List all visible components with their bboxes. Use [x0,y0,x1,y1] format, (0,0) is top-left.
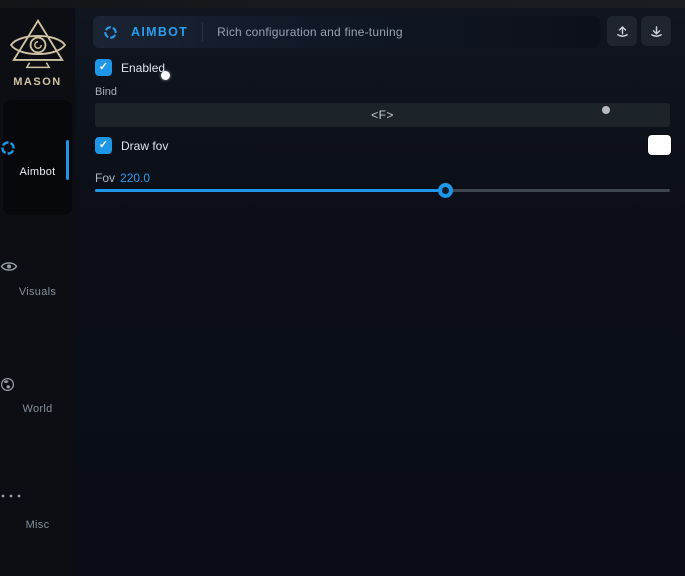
draw-fov-row: Draw fov [95,137,168,154]
sidebar-item-label: Aimbot [19,166,55,178]
draw-fov-checkbox[interactable] [95,137,112,154]
sidebar-item-label: World [22,403,52,415]
sidebar-item-label: Misc [26,519,50,531]
bind-input[interactable]: <F> [95,103,670,127]
crosshair-icon [103,25,118,40]
page-title: AIMBOT [131,25,188,39]
mouse-cursor-dot [161,71,170,80]
page-subtitle: Rich configuration and fine-tuning [217,25,403,39]
sidebar-item-world[interactable]: World [0,377,75,417]
sidebar-item-aimbot[interactable]: Aimbot [0,140,75,180]
enabled-label: Enabled [121,61,165,75]
fov-color-swatch[interactable] [648,135,671,155]
main-panel: AIMBOT Rich configuration and fine-tunin… [75,8,685,576]
download-config-button[interactable] [641,16,671,46]
logo-label: MASON [0,76,75,88]
enabled-row: Enabled [95,59,165,76]
page-header: AIMBOT Rich configuration and fine-tunin… [93,16,600,48]
sidebar-item-visuals[interactable]: Visuals [0,260,75,300]
upload-icon [615,24,630,39]
fov-slider-fill [95,189,446,192]
eye-pyramid-icon [0,18,75,72]
globe-icon [0,377,75,393]
sidebar-item-label: Visuals [19,286,56,298]
download-icon [649,24,664,39]
window-top-edge [0,0,685,8]
sidebar: MASON Aimbot Visuals World [0,8,75,576]
upload-config-button[interactable] [607,16,637,46]
bind-value: <F> [371,108,394,122]
mason-logo: MASON [0,18,75,88]
bind-label: Bind [95,86,117,98]
fov-slider[interactable] [95,180,670,200]
fov-slider-handle[interactable] [438,183,453,198]
eye-icon [0,260,75,276]
enabled-checkbox[interactable] [95,59,112,76]
header-divider [202,23,203,41]
draw-fov-label: Draw fov [121,139,168,153]
ellipsis-icon [0,493,75,509]
bind-cursor-dot [602,106,610,114]
crosshair-icon [0,140,75,156]
sidebar-item-misc[interactable]: Misc [0,493,75,533]
